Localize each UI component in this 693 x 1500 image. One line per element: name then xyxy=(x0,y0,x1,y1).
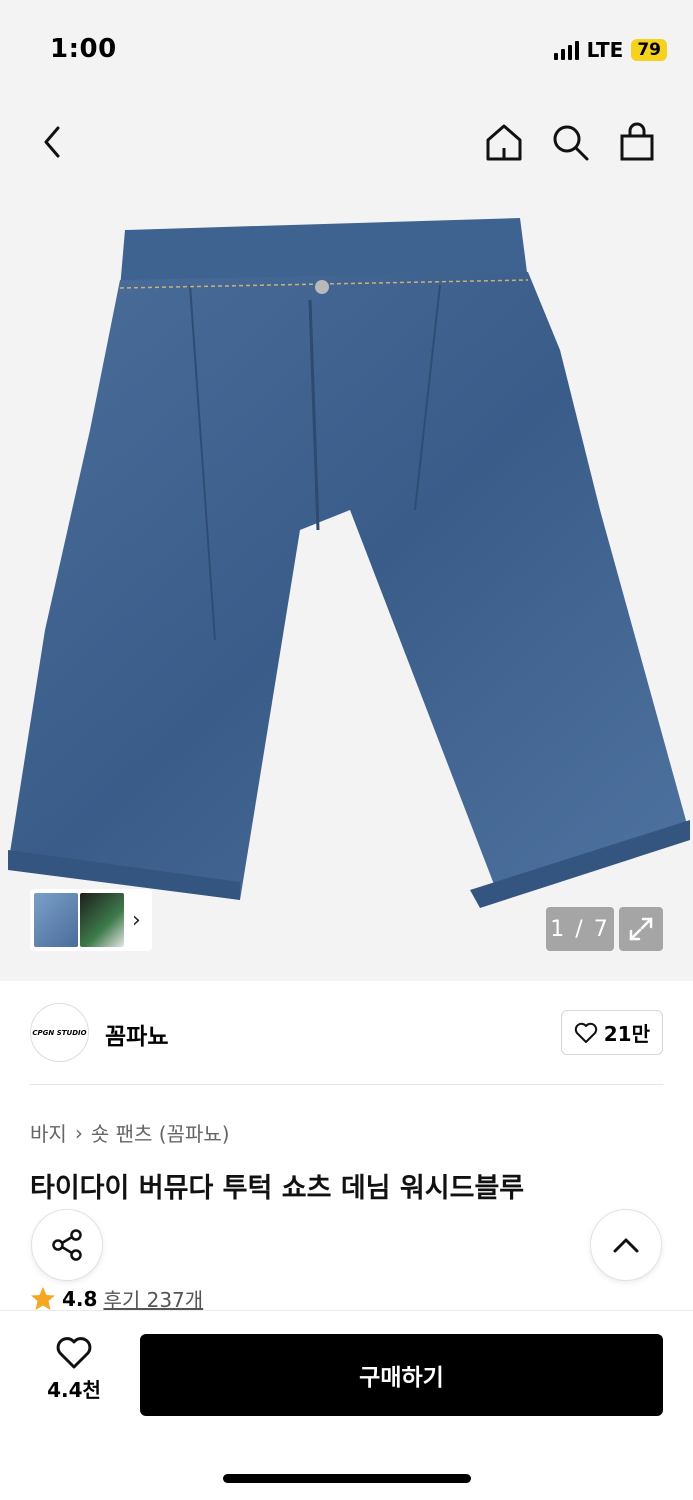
heart-icon xyxy=(574,1022,597,1043)
back-button[interactable] xyxy=(28,118,76,166)
divider xyxy=(30,1084,663,1085)
share-button[interactable] xyxy=(31,1209,103,1281)
brand-logo[interactable]: CPGN STUDIO xyxy=(30,1003,89,1062)
shopping-bag-icon xyxy=(620,122,654,161)
brand-logo-text: CPGN STUDIO xyxy=(32,1028,87,1037)
breadcrumb-category[interactable]: 바지 xyxy=(30,1118,67,1147)
status-indicators: LTE 79 xyxy=(553,38,667,62)
cart-button[interactable] xyxy=(613,118,661,166)
status-bar: 1:00 LTE 79 xyxy=(0,0,693,100)
thumbnail-strip[interactable]: › xyxy=(30,889,152,951)
rating-row: 4.8 후기 237개 xyxy=(30,1284,203,1313)
wishlist-button[interactable]: 4.4천 xyxy=(40,1336,108,1403)
thumbnail-next-icon[interactable]: › xyxy=(132,908,141,933)
wishlist-count: 4.4천 xyxy=(47,1378,101,1402)
search-icon xyxy=(553,125,589,161)
image-counter: 1 / 7 xyxy=(546,907,614,951)
signal-icon xyxy=(553,40,579,60)
top-navigation xyxy=(0,100,693,190)
home-icon xyxy=(486,124,522,161)
bottom-action-bar: 4.4천 구매하기 xyxy=(0,1310,693,1500)
status-time: 1:00 xyxy=(50,34,117,64)
breadcrumb-subcategory[interactable]: 숏 팬츠 (꼼파뇨) xyxy=(91,1118,230,1147)
chevron-left-icon xyxy=(44,126,60,158)
fullscreen-button[interactable] xyxy=(619,907,663,951)
network-type: LTE xyxy=(586,38,624,62)
heart-icon xyxy=(56,1337,92,1369)
product-image-denim-shorts[interactable] xyxy=(0,210,693,910)
thumbnail-2[interactable] xyxy=(80,893,124,947)
search-button[interactable] xyxy=(546,118,594,166)
chevron-up-icon xyxy=(613,1238,639,1253)
buy-button[interactable]: 구매하기 xyxy=(140,1334,663,1416)
brand-name[interactable]: 꼼파뇨 xyxy=(105,1017,168,1051)
rating-score: 4.8 xyxy=(62,1286,98,1311)
scroll-top-button[interactable] xyxy=(590,1209,662,1281)
home-button[interactable] xyxy=(480,118,528,166)
brand-row: CPGN STUDIO 꼼파뇨 21만 xyxy=(30,1003,663,1063)
brand-like-count: 21만 xyxy=(603,1022,650,1046)
expand-icon xyxy=(629,917,653,941)
product-gallery[interactable]: › 1 / 7 xyxy=(0,100,693,981)
product-title: 타이다이 버뮤다 투턱 쇼츠 데님 워시드블루 xyxy=(30,1173,525,1204)
home-indicator xyxy=(223,1474,471,1483)
thumbnail-1[interactable] xyxy=(34,893,78,947)
brand-like-button[interactable]: 21만 xyxy=(560,1010,663,1055)
breadcrumb: 바지 › 숏 팬츠 (꼼파뇨) xyxy=(30,1118,230,1147)
star-icon xyxy=(31,1287,55,1310)
review-count-link[interactable]: 후기 237개 xyxy=(103,1284,203,1313)
breadcrumb-separator-icon: › xyxy=(74,1120,83,1145)
battery-level: 79 xyxy=(631,39,667,61)
share-icon xyxy=(52,1229,82,1261)
